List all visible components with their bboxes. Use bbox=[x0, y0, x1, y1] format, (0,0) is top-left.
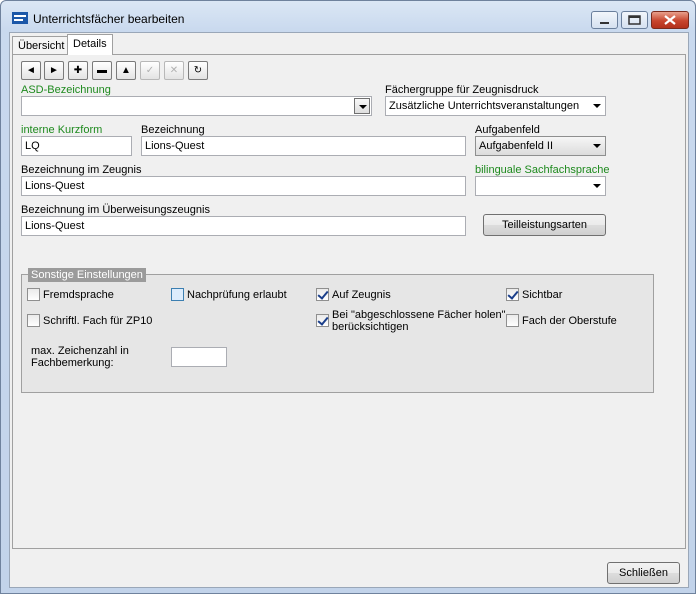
delete-record-button[interactable]: ▬ bbox=[92, 61, 112, 80]
nachpruefung-label: Nachprüfung erlaubt bbox=[187, 289, 287, 301]
minimize-button[interactable] bbox=[591, 11, 618, 29]
refresh-icon: ↻ bbox=[193, 65, 203, 76]
abgeschlossen-label: Bei "abgeschlossene Fächer holen" berück… bbox=[332, 309, 506, 333]
client-area: Übersicht Details ◄ ► ✚ ▬ ▲ ✓ ✕ ↻ ASD-Be… bbox=[9, 32, 689, 588]
oberstufe-checkbox[interactable] bbox=[506, 314, 519, 327]
tab-uebersicht[interactable]: Übersicht bbox=[12, 36, 71, 55]
sichtbar-label: Sichtbar bbox=[522, 289, 563, 301]
next-record-button[interactable]: ► bbox=[44, 61, 64, 80]
auf-zeugnis-label: Auf Zeugnis bbox=[332, 289, 391, 301]
cancel-icon: ✕ bbox=[169, 65, 179, 76]
tab-label: Übersicht bbox=[18, 40, 65, 52]
move-up-button[interactable]: ▲ bbox=[116, 61, 136, 80]
asd-label: ASD-Bezeichnung bbox=[21, 84, 111, 96]
title-bar[interactable]: Unterrichtsfächer bearbeiten bbox=[1, 1, 695, 31]
bilingual-combobox[interactable] bbox=[475, 176, 606, 196]
fremdsprache-label: Fremdsprache bbox=[43, 289, 114, 301]
bezeichnung-value: Lions-Quest bbox=[145, 140, 205, 152]
previous-record-button[interactable]: ◄ bbox=[21, 61, 41, 80]
fremdsprache-checkbox[interactable] bbox=[27, 288, 40, 301]
abgeschlossen-checkbox[interactable] bbox=[316, 314, 329, 327]
bezeichnung-input[interactable]: Lions-Quest bbox=[141, 136, 466, 156]
max-zeichen-input[interactable] bbox=[171, 347, 227, 367]
asd-combobox[interactable] bbox=[21, 96, 372, 116]
auf-zeugnis-checkbox[interactable] bbox=[316, 288, 329, 301]
ueberweisung-label: Bezeichnung im Überweisungszeugnis bbox=[21, 204, 210, 216]
tab-details[interactable]: Details bbox=[67, 34, 113, 55]
kurzform-input[interactable]: LQ bbox=[21, 136, 132, 156]
kurzform-value: LQ bbox=[25, 140, 40, 152]
maximize-icon bbox=[628, 15, 641, 25]
add-record-button[interactable]: ✚ bbox=[68, 61, 88, 80]
zeugnis-value: Lions-Quest bbox=[25, 180, 85, 192]
close-button[interactable]: Schließen bbox=[607, 562, 680, 584]
group-legend: Sonstige Einstellungen bbox=[28, 268, 146, 282]
bilingual-label: bilinguale Sachfachsprache bbox=[475, 164, 610, 176]
minimize-icon bbox=[600, 22, 609, 24]
refresh-button[interactable]: ↻ bbox=[188, 61, 208, 80]
ueberweisung-value: Lions-Quest bbox=[25, 220, 85, 232]
max-zeichen-label: max. Zeichenzahl in Fachbemerkung: bbox=[31, 345, 129, 369]
aufgabenfeld-value: Aufgabenfeld II bbox=[479, 140, 554, 152]
teilleistungsarten-button[interactable]: Teilleistungsarten bbox=[483, 214, 606, 236]
chevron-down-icon bbox=[593, 144, 601, 148]
oberstufe-label: Fach der Oberstufe bbox=[522, 315, 617, 327]
kurzform-label: interne Kurzform bbox=[21, 124, 103, 136]
chevron-down-icon bbox=[593, 104, 601, 108]
chevron-down-icon bbox=[593, 184, 601, 188]
minus-icon: ▬ bbox=[97, 65, 107, 76]
ueberweisung-input[interactable]: Lions-Quest bbox=[21, 216, 466, 236]
chevron-down-icon[interactable] bbox=[354, 98, 370, 114]
zeugnis-label: Bezeichnung im Zeugnis bbox=[21, 164, 142, 176]
aufgabenfeld-label: Aufgabenfeld bbox=[475, 124, 540, 136]
sonstige-einstellungen-group: Sonstige Einstellungen Fremdsprache Nach… bbox=[21, 268, 654, 393]
faechergruppe-label: Fächergruppe für Zeugnisdruck bbox=[385, 84, 539, 96]
maximize-button[interactable] bbox=[621, 11, 648, 29]
close-icon bbox=[664, 15, 676, 25]
window-title: Unterrichtsfächer bearbeiten bbox=[33, 12, 185, 26]
arrow-right-icon: ► bbox=[49, 65, 59, 76]
check-icon: ✓ bbox=[145, 65, 155, 76]
close-window-button[interactable] bbox=[651, 11, 689, 29]
table-icon bbox=[12, 12, 28, 24]
bezeichnung-label: Bezeichnung bbox=[141, 124, 205, 136]
dialog-window: Unterrichtsfächer bearbeiten Übersicht D… bbox=[0, 0, 696, 594]
zeugnis-input[interactable]: Lions-Quest bbox=[21, 176, 466, 196]
arrow-up-icon: ▲ bbox=[121, 65, 131, 76]
tab-label: Details bbox=[73, 38, 107, 50]
aufgabenfeld-combobox[interactable]: Aufgabenfeld II bbox=[475, 136, 606, 156]
faechergruppe-value: Zusätzliche Unterrichtsveranstaltungen bbox=[389, 100, 580, 112]
details-panel: ◄ ► ✚ ▬ ▲ ✓ ✕ ↻ ASD-Bezeichnung Fächergr… bbox=[12, 54, 686, 549]
arrow-left-icon: ◄ bbox=[26, 65, 36, 76]
nachpruefung-checkbox[interactable] bbox=[171, 288, 184, 301]
plus-icon: ✚ bbox=[73, 65, 83, 76]
sichtbar-checkbox[interactable] bbox=[506, 288, 519, 301]
schriftl-checkbox[interactable] bbox=[27, 314, 40, 327]
faechergruppe-combobox[interactable]: Zusätzliche Unterrichtsveranstaltungen bbox=[385, 96, 606, 116]
schriftl-label: Schriftl. Fach für ZP10 bbox=[43, 315, 153, 327]
cancel-edit-button[interactable]: ✕ bbox=[164, 61, 184, 80]
save-record-button[interactable]: ✓ bbox=[140, 61, 160, 80]
